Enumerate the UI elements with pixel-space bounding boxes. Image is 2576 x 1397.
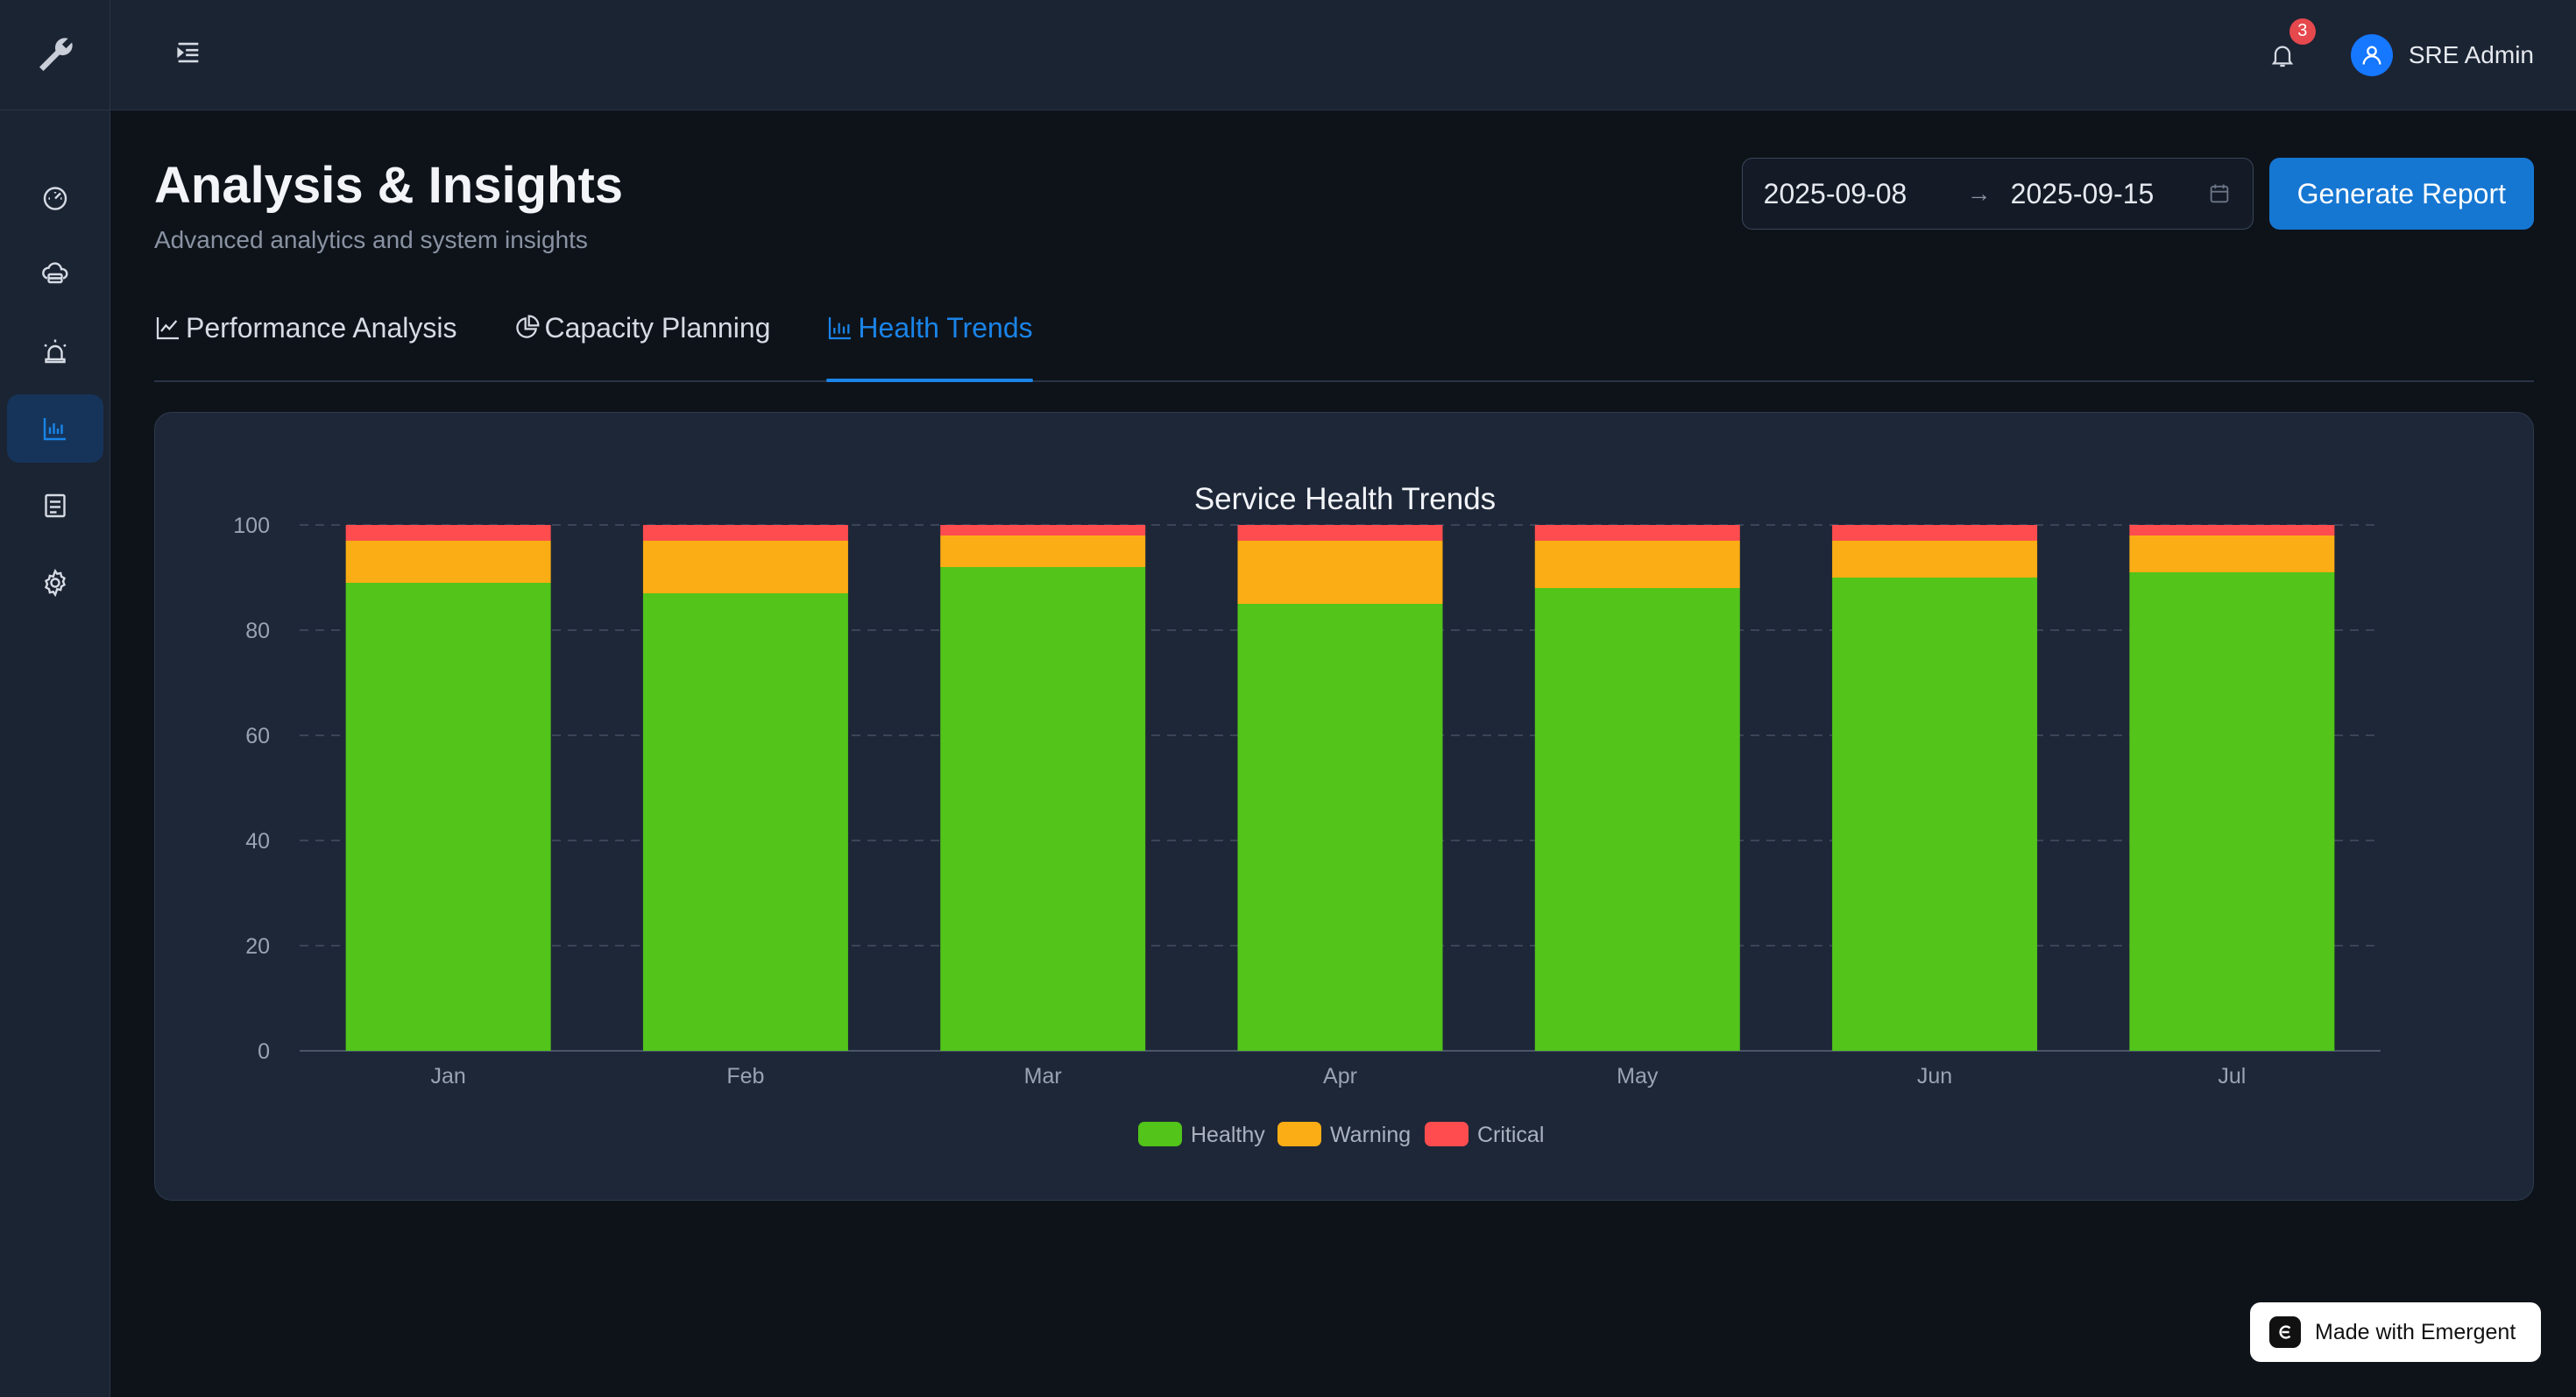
sidebar-item-cloud[interactable] [7,240,103,308]
sidebar-item-alerts[interactable] [7,317,103,386]
sidebar-item-reports[interactable] [7,472,103,540]
bar-segment-warning [1534,540,1740,588]
bar-segment-healthy [1534,587,1740,1051]
sidebar-item-dashboard[interactable] [7,163,103,231]
report-icon [45,493,66,518]
bar-segment-warning [2129,535,2335,572]
bar-segment-critical [1237,524,1443,541]
x-tick-label: Apr [1323,1064,1357,1089]
header-actions: 3 SRE Admin [2263,18,2534,76]
tab-label: Capacity Planning [544,311,771,344]
bar-segment-warning [642,540,848,593]
legend-label: Healthy [1191,1123,1265,1147]
app-root: 3 SRE Admin Analysis & Insights Advanced… [0,0,2576,1397]
bar-segment-critical [1832,524,2038,541]
bar-segment-warning [1832,540,2038,578]
x-tick-label: Jul [2218,1064,2246,1089]
made-with-emergent-badge[interactable]: Made with Emergent [2250,1302,2541,1362]
y-tick-label: 20 [245,934,270,959]
wrench-icon [39,37,73,71]
emergent-logo-icon [2269,1316,2301,1348]
bar-segment-warning [940,535,1146,567]
y-tick-label: 40 [245,829,270,854]
y-tick-label: 0 [258,1039,270,1064]
tab-label: Health Trends [858,311,1033,344]
sidebar [0,0,110,1397]
legend-swatch [1425,1121,1468,1146]
bar-segment-critical [2129,524,2335,535]
sidebar-nav [0,110,110,617]
page-actions: 2025-09-08 → 2025-09-15 Generate Report [1741,158,2534,230]
tab-label: Performance Analysis [186,311,457,344]
date-end-input[interactable]: 2025-09-15 [2011,178,2207,210]
bar-segment-critical [642,524,848,541]
y-tick-label: 60 [245,724,270,748]
date-range-picker[interactable]: 2025-09-08 → 2025-09-15 [1741,158,2254,230]
user-icon [2362,46,2381,65]
bar-segment-critical [345,524,551,541]
avatar [2350,33,2393,76]
bar-segment-critical [1534,524,1740,541]
bar-chart-icon [43,418,66,441]
bar-segment-warning [345,540,551,583]
main-content: Analysis & Insights Advanced analytics a… [154,110,2534,1201]
settings-icon [44,568,67,598]
x-tick-label: May [1617,1064,1659,1089]
line-chart-icon [156,316,179,339]
y-tick-label: 100 [233,514,270,538]
bar-segment-healthy [345,582,551,1051]
notification-badge: 3 [2289,18,2316,45]
page-header: Analysis & Insights Advanced analytics a… [154,110,2534,254]
menu-unfold-icon [177,42,199,63]
tab-capacity-planning[interactable]: Capacity Planning [513,308,770,380]
user-name: SRE Admin [2408,40,2534,68]
made-with-label: Made with Emergent [2315,1319,2516,1344]
x-tick-label: Jan [430,1064,465,1089]
bar-segment-healthy [940,566,1146,1051]
x-tick-label: Mar [1024,1064,1062,1089]
bar-segment-healthy [642,592,848,1051]
legend-swatch [1277,1121,1321,1146]
page-title: Analysis & Insights [154,157,624,214]
tab-health-trends[interactable]: Health Trends [826,308,1033,382]
health-trends-chart: Service Health Trends 0 20 40 60 80 100 Jan Feb M… [233,482,2381,1147]
dashboard-icon [43,187,67,210]
date-start-input[interactable]: 2025-09-08 [1764,178,1967,210]
tab-performance-analysis[interactable]: Performance Analysis [154,308,456,380]
alert-icon [44,339,67,364]
logo[interactable] [0,0,110,110]
legend-label: Warning [1330,1123,1411,1147]
sidebar-item-analytics[interactable] [7,394,103,463]
y-tick-label: 80 [245,619,270,643]
analysis-tabs: Performance Analysis Capacity Planning H… [154,308,2534,382]
top-header: 3 SRE Admin [110,0,2576,110]
bar-segment-healthy [2129,571,2335,1051]
x-tick-label: Jun [1917,1064,1952,1089]
health-trends-card: Service Health Trends 0 20 40 60 80 100 Jan Feb M… [154,411,2534,1201]
legend-label: Critical [1477,1123,1544,1147]
bell-icon [2271,46,2294,67]
sidebar-item-settings[interactable] [7,549,103,617]
bar-segment-warning [1237,540,1443,604]
date-range-arrow: → [1966,180,1992,207]
chart-title: Service Health Trends [1194,482,1496,516]
bar-segment-healthy [1832,577,2038,1051]
menu-toggle-button[interactable] [173,38,203,72]
generate-report-button[interactable]: Generate Report [2268,158,2534,230]
notifications-button[interactable]: 3 [2263,18,2316,74]
bar-chart-icon [829,316,852,339]
calendar-icon [2210,184,2228,203]
pie-chart-icon [516,315,540,338]
x-tick-label: Feb [726,1064,764,1089]
cloud-server-icon [42,262,68,284]
bar-segment-healthy [1237,603,1443,1051]
page-subtitle: Advanced analytics and system insights [154,225,588,253]
bar-segment-critical [940,524,1146,535]
legend-swatch [1138,1121,1182,1146]
user-menu[interactable]: SRE Admin [2350,33,2534,76]
